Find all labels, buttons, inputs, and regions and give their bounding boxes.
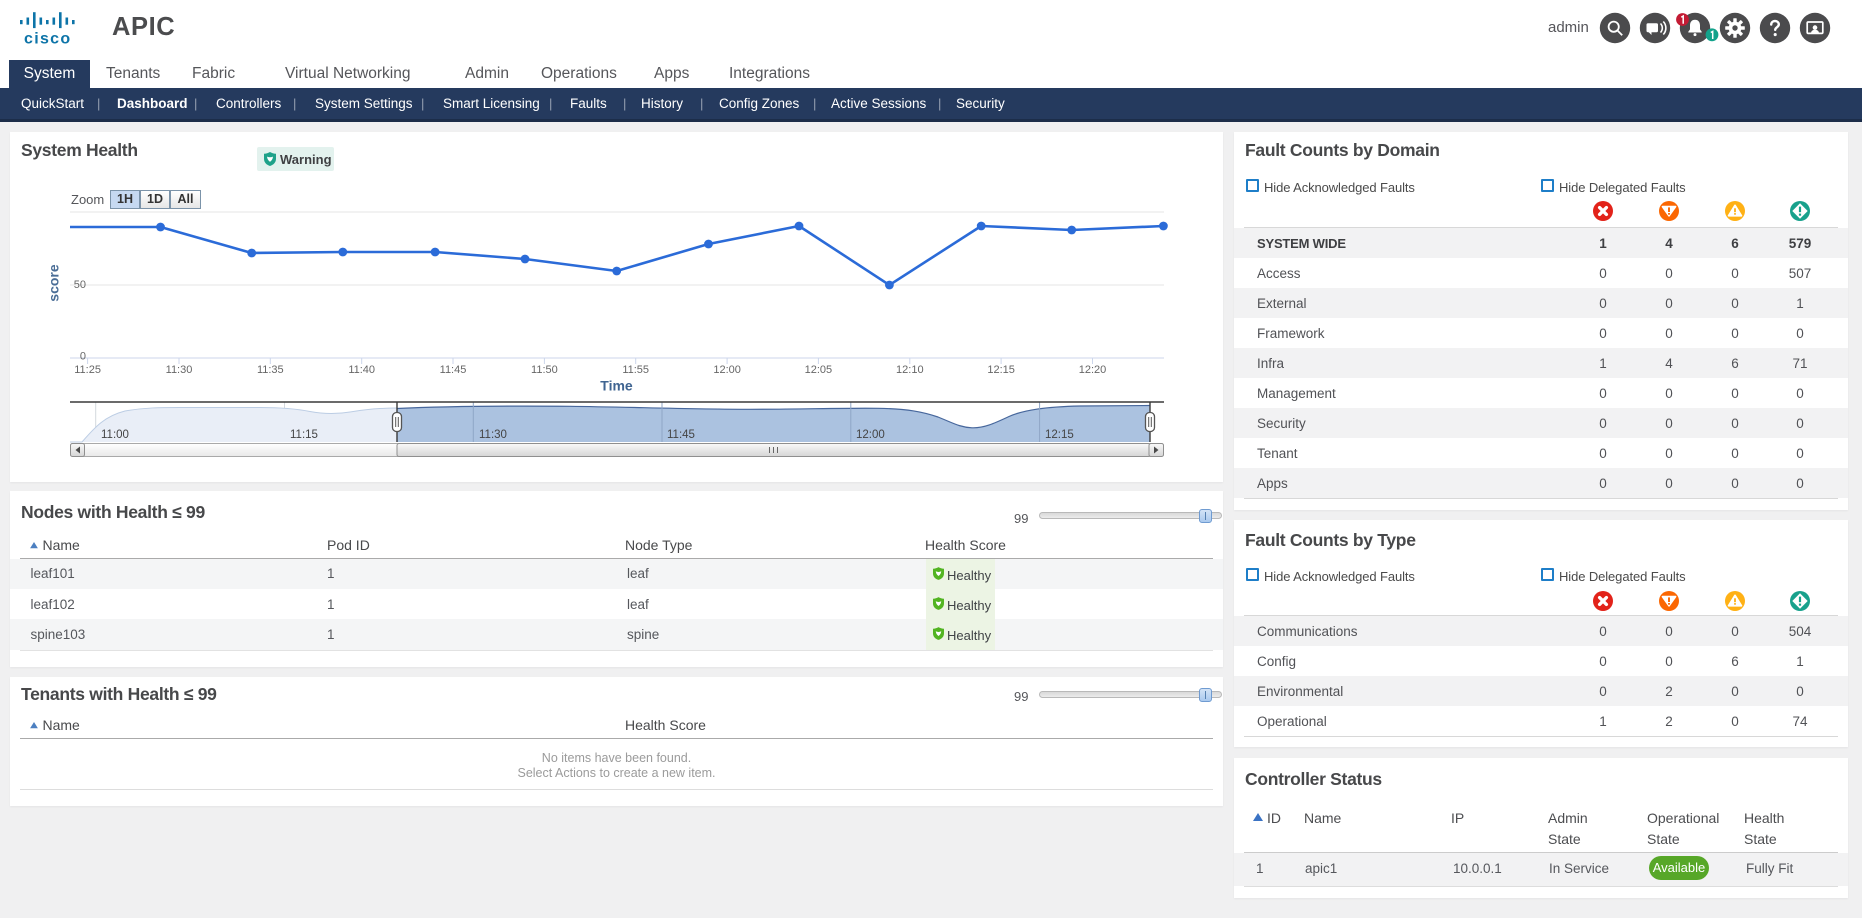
svg-text:12:10: 12:10: [896, 364, 924, 376]
svg-text:12:15: 12:15: [987, 364, 1015, 376]
svg-text:12:20: 12:20: [1079, 364, 1107, 376]
svg-text:Time: Time: [600, 378, 633, 394]
svg-text:11:45: 11:45: [667, 429, 695, 441]
svg-text:12:15: 12:15: [1045, 429, 1074, 441]
svg-text:11:45: 11:45: [440, 364, 467, 376]
svg-text:11:15: 11:15: [290, 429, 318, 441]
svg-text:11:30: 11:30: [166, 364, 193, 376]
svg-text:11:50: 11:50: [531, 364, 558, 376]
svg-text:12:00: 12:00: [713, 364, 741, 376]
svg-text:12:00: 12:00: [856, 429, 885, 441]
svg-text:cisco: cisco: [24, 31, 71, 48]
svg-text:11:55: 11:55: [622, 364, 649, 376]
svg-text:11:25: 11:25: [74, 364, 101, 376]
svg-text:11:00: 11:00: [101, 429, 129, 441]
svg-text:12:05: 12:05: [805, 364, 833, 376]
svg-text:50: 50: [74, 279, 86, 291]
svg-text:11:30: 11:30: [479, 429, 507, 441]
svg-text:11:35: 11:35: [257, 364, 284, 376]
svg-text:0: 0: [80, 351, 86, 363]
svg-text:score: score: [46, 264, 62, 302]
svg-text:11:40: 11:40: [348, 364, 375, 376]
